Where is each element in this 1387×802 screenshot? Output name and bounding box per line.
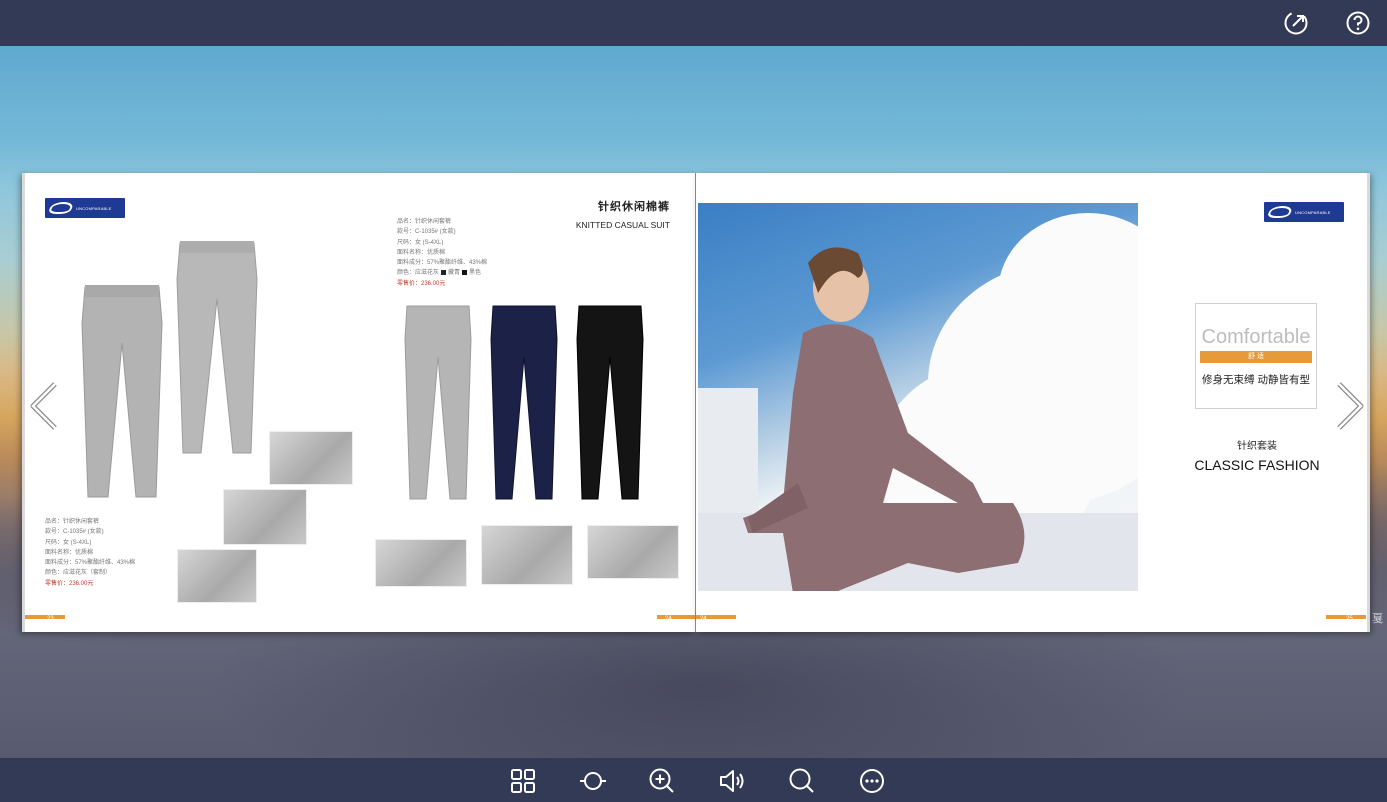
pants-navy — [490, 305, 558, 500]
share-external-icon[interactable] — [1282, 9, 1310, 37]
spec-block-left: 品名：针织休闲套裤 款号：C-1035# (女款) 尺码：女 (S-4XL) 面… — [45, 519, 136, 587]
pants-grey-front — [81, 285, 163, 498]
brand-logo: UNCOMPARABLE — [45, 198, 125, 218]
title-en: KNITTED CASUAL SUIT — [575, 220, 670, 230]
zoom-in-button[interactable] — [647, 766, 677, 796]
model-figure — [743, 247, 1025, 591]
thumbnails-icon — [511, 769, 535, 793]
folio-bar — [657, 615, 696, 619]
search-button[interactable] — [787, 766, 817, 796]
pants-grey — [404, 305, 472, 500]
detail-pocket — [223, 489, 307, 545]
left-page[interactable]: UNCOMPARABLE 针织休闲棉裤 KNITTED CASUAL SUIT … — [22, 173, 696, 632]
page-number: 24 — [665, 616, 672, 622]
search-icon — [789, 768, 814, 793]
category-label: 针织套装 CLASSIC FASHION — [1192, 437, 1322, 473]
sound-button[interactable] — [717, 766, 747, 796]
model-photo — [698, 203, 1138, 591]
book-spine — [695, 173, 696, 632]
chevron-left-icon — [30, 382, 57, 430]
page-number: 23 — [47, 616, 54, 622]
prev-page-button[interactable] — [24, 378, 64, 434]
page-title: 针织休闲棉裤 KNITTED CASUAL SUIT — [576, 198, 670, 230]
category-en: CLASSIC FASHION — [1194, 457, 1320, 473]
comfort-tag: 舒 适 — [1200, 351, 1312, 363]
page-number: 25 — [1346, 616, 1353, 622]
help-question-icon[interactable] — [1344, 9, 1372, 37]
bottom-toolbar — [0, 758, 1387, 802]
zoom-in-icon — [649, 768, 674, 793]
category-cn: 针织套装 — [1237, 441, 1277, 452]
pants-black — [576, 305, 644, 500]
thumbnails-button[interactable] — [508, 766, 538, 796]
detail-cuff — [177, 549, 257, 603]
spec-block-right: 品名：针织休闲套裤 款号：C-1035# (女款) 尺码：女 (S-4XL) 面… — [397, 219, 488, 287]
more-button[interactable] — [857, 766, 887, 796]
sound-icon — [720, 770, 744, 792]
detail-waistband — [269, 431, 353, 485]
title-cn: 针织休闲棉裤 — [598, 201, 670, 213]
autoflip-icon — [580, 772, 606, 790]
folio-bar — [25, 615, 65, 619]
comfort-slogan: 修身无束缚 动静皆有型 — [1202, 374, 1310, 386]
autoflip-button[interactable] — [578, 766, 608, 796]
brand-logo: UNCOMPARABLE — [1264, 202, 1344, 222]
top-bar — [0, 0, 1387, 46]
comfort-badge: Comfortable 舒 适 修身无束缚 动静皆有型 — [1195, 303, 1317, 409]
more-icon — [860, 769, 884, 793]
detail-hem-2 — [587, 525, 679, 579]
chevron-right-icon — [1337, 382, 1364, 430]
flipbook[interactable]: UNCOMPARABLE 针织休闲棉裤 KNITTED CASUAL SUIT … — [22, 173, 1370, 632]
detail-waist-2 — [375, 539, 467, 587]
next-page-button[interactable] — [1330, 378, 1370, 434]
right-page[interactable]: UNCOMPARABLE Comfortable 舒 适 修身无束缚 动静皆有型… — [696, 173, 1370, 632]
detail-pocket-2 — [481, 525, 573, 585]
page-number: 24 — [700, 616, 707, 622]
pants-grey-back — [176, 241, 258, 454]
comfort-word: Comfortable — [1201, 326, 1311, 348]
side-label: 戛 — [1372, 613, 1383, 625]
